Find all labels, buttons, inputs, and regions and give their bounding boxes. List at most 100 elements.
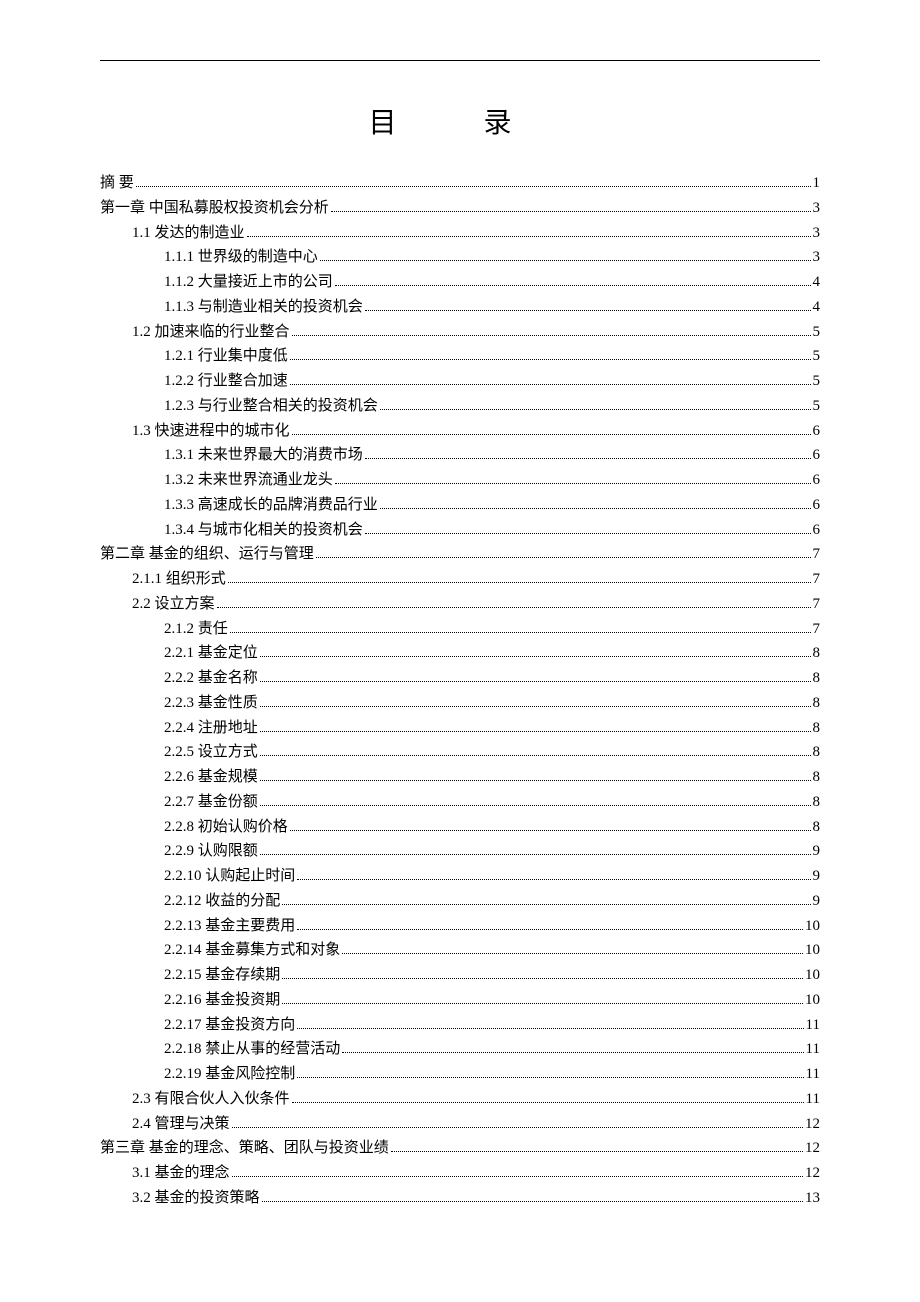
toc-entry-page: 1	[813, 171, 821, 196]
toc-entry-page: 5	[813, 320, 821, 345]
toc-entry: 2.2 设立方案 7	[100, 592, 820, 617]
toc-entry: 第二章 基金的组织、运行与管理 7	[100, 542, 820, 567]
toc-dot-leader	[292, 1102, 804, 1103]
toc-dot-leader	[217, 607, 811, 608]
toc-entry-page: 9	[813, 889, 821, 914]
toc-entry-page: 10	[805, 963, 820, 988]
toc-entry: 2.2.16 基金投资期 10	[100, 988, 820, 1013]
toc-entry: 1.2 加速来临的行业整合 5	[100, 320, 820, 345]
toc-entry-label: 2.2.5 设立方式	[164, 740, 258, 765]
toc-entry: 3.1 基金的理念 12	[100, 1161, 820, 1186]
toc-entry: 2.2.19 基金风险控制 11	[100, 1062, 820, 1087]
toc-entry: 第三章 基金的理念、策略、团队与投资业绩12	[100, 1136, 820, 1161]
toc-entry-label: 2.2.4 注册地址	[164, 716, 258, 741]
toc-dot-leader	[297, 1028, 803, 1029]
toc-entry: 2.2.12 收益的分配 9	[100, 889, 820, 914]
toc-entry: 2.2.17 基金投资方向11	[100, 1013, 820, 1038]
toc-dot-leader	[297, 879, 810, 880]
toc-entry-label: 2.2.7 基金份额	[164, 790, 258, 815]
top-horizontal-rule	[100, 60, 820, 61]
toc-entry-label: 1.2.1 行业集中度低	[164, 344, 288, 369]
toc-entry-page: 8	[813, 716, 821, 741]
toc-entry-label: 1.1.2 大量接近上市的公司	[164, 270, 333, 295]
toc-entry: 2.1.1 组织形式 7	[100, 567, 820, 592]
toc-entry: 1.1.3 与制造业相关的投资机会 4	[100, 295, 820, 320]
toc-entry: 1.2.2 行业整合加速 5	[100, 369, 820, 394]
toc-dot-leader	[292, 434, 811, 435]
toc-entry-page: 8	[813, 765, 821, 790]
toc-entry-label: 1.2.2 行业整合加速	[164, 369, 288, 394]
toc-entry-page: 8	[813, 666, 821, 691]
toc-dot-leader	[365, 533, 811, 534]
toc-dot-leader	[335, 483, 811, 484]
toc-entry: 2.2.18 禁止从事的经营活动11	[100, 1037, 820, 1062]
toc-entry-page: 6	[813, 493, 821, 518]
toc-entry: 1.2.3 与行业整合相关的投资机会 5	[100, 394, 820, 419]
toc-entry-label: 2.1.2 责任	[164, 617, 228, 642]
toc-entry: 2.2.2 基金名称 8	[100, 666, 820, 691]
toc-entry: 1.3.4 与城市化相关的投资机会 6	[100, 518, 820, 543]
document-page: 目 录 摘 要1第一章 中国私募股权投资机会分析31.1 发达的制造业 31.1…	[100, 60, 820, 1211]
toc-entry: 2.2.15 基金存续期 10	[100, 963, 820, 988]
toc-dot-leader	[365, 458, 811, 459]
toc-entry-label: 摘 要	[100, 171, 134, 196]
toc-dot-leader	[380, 409, 811, 410]
toc-entry: 2.2.3 基金性质 8	[100, 691, 820, 716]
toc-entry-label: 2.4 管理与决策	[132, 1112, 230, 1137]
toc-entry-page: 8	[813, 691, 821, 716]
toc-entry-label: 2.2.3 基金性质	[164, 691, 258, 716]
toc-entry: 2.2.6 基金规模 8	[100, 765, 820, 790]
toc-dot-leader	[260, 854, 811, 855]
toc-entry: 2.2.10 认购起止时间 9	[100, 864, 820, 889]
toc-entry-label: 2.2.2 基金名称	[164, 666, 258, 691]
toc-entry-label: 1.3.2 未来世界流通业龙头	[164, 468, 333, 493]
toc-entry-label: 1.1.3 与制造业相关的投资机会	[164, 295, 363, 320]
toc-dot-leader	[320, 260, 811, 261]
toc-entry-label: 2.2.15 基金存续期	[164, 963, 280, 988]
toc-entry-page: 11	[806, 1087, 820, 1112]
toc-dot-leader	[228, 582, 811, 583]
toc-entry-page: 7	[813, 542, 821, 567]
toc-entry-label: 2.2.6 基金规模	[164, 765, 258, 790]
toc-dot-leader	[260, 656, 811, 657]
toc-entry: 2.2.1 基金定位8	[100, 641, 820, 666]
toc-entry-page: 8	[813, 815, 821, 840]
toc-dot-leader	[292, 335, 811, 336]
toc-entry-page: 7	[813, 592, 821, 617]
toc-entry-page: 10	[805, 988, 820, 1013]
toc-entry: 2.2.9 认购限额9	[100, 839, 820, 864]
toc-dot-leader	[342, 953, 803, 954]
toc-entry-page: 3	[813, 221, 821, 246]
toc-title: 目 录	[100, 101, 820, 141]
toc-entry: 2.3 有限合伙人入伙条件 11	[100, 1087, 820, 1112]
toc-entry: 2.1.2 责任7	[100, 617, 820, 642]
toc-dot-leader	[331, 211, 811, 212]
toc-dot-leader	[342, 1052, 803, 1053]
toc-entry-page: 12	[805, 1136, 820, 1161]
toc-entry-label: 2.2.16 基金投资期	[164, 988, 280, 1013]
toc-entry-page: 5	[813, 369, 821, 394]
toc-dot-leader	[260, 755, 811, 756]
toc-entry-page: 9	[813, 839, 821, 864]
toc-dot-leader	[297, 929, 803, 930]
table-of-contents: 摘 要1第一章 中国私募股权投资机会分析31.1 发达的制造业 31.1.1 世…	[100, 171, 820, 1211]
toc-entry: 第一章 中国私募股权投资机会分析3	[100, 196, 820, 221]
toc-entry-page: 11	[806, 1062, 820, 1087]
toc-entry: 摘 要 1	[100, 171, 820, 196]
toc-entry: 1.2.1 行业集中度低 5	[100, 344, 820, 369]
toc-entry-label: 2.2.12 收益的分配	[164, 889, 280, 914]
toc-entry-label: 2.2.19 基金风险控制	[164, 1062, 295, 1087]
toc-entry-label: 第一章 中国私募股权投资机会分析	[100, 196, 329, 221]
toc-entry-page: 6	[813, 468, 821, 493]
toc-entry-page: 4	[813, 295, 821, 320]
toc-dot-leader	[335, 285, 811, 286]
toc-entry-label: 1.1.1 世界级的制造中心	[164, 245, 318, 270]
toc-entry-label: 2.2.14 基金募集方式和对象	[164, 938, 340, 963]
toc-entry-label: 第二章 基金的组织、运行与管理	[100, 542, 314, 567]
toc-entry-page: 12	[805, 1161, 820, 1186]
toc-entry: 1.3.1 未来世界最大的消费市场6	[100, 443, 820, 468]
toc-entry-page: 8	[813, 790, 821, 815]
toc-dot-leader	[282, 978, 803, 979]
toc-entry-page: 5	[813, 344, 821, 369]
toc-entry-label: 3.2 基金的投资策略	[132, 1186, 260, 1211]
